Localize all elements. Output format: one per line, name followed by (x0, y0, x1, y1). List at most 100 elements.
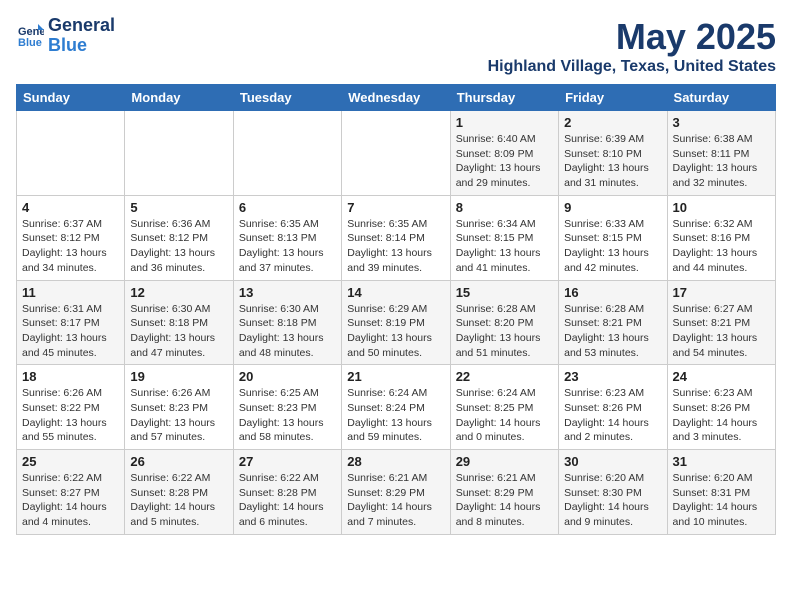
calendar-day-cell (17, 111, 125, 196)
calendar-day-cell: 16 Sunrise: 6:28 AM Sunset: 8:21 PM Dayli… (559, 280, 667, 365)
month-title: May 2025 (488, 16, 776, 58)
day-number: 24 (673, 369, 770, 384)
day-info: Sunrise: 6:34 AM Sunset: 8:15 PM Dayligh… (456, 217, 553, 276)
day-number: 9 (564, 200, 661, 215)
day-number: 7 (347, 200, 444, 215)
svg-text:Blue: Blue (18, 37, 42, 49)
calendar-day-cell: 15 Sunrise: 6:28 AM Sunset: 8:20 PM Dayli… (450, 280, 558, 365)
calendar-day-cell: 30 Sunrise: 6:20 AM Sunset: 8:30 PM Dayli… (559, 450, 667, 535)
calendar-day-cell: 3 Sunrise: 6:38 AM Sunset: 8:11 PM Daylig… (667, 111, 775, 196)
day-number: 29 (456, 454, 553, 469)
day-number: 8 (456, 200, 553, 215)
calendar-day-cell: 12Sunrise: 6:30 AM Sunset: 8:18 PM Dayli… (125, 280, 233, 365)
calendar-week-row: 25 Sunrise: 6:22 AM Sunset: 8:27 PM Dayli… (17, 450, 776, 535)
calendar-week-row: 4Sunrise: 6:37 AM Sunset: 8:12 PM Daylig… (17, 195, 776, 280)
calendar-day-cell: 26 Sunrise: 6:22 AM Sunset: 8:28 PM Dayli… (125, 450, 233, 535)
calendar-day-cell: 2Sunrise: 6:39 AM Sunset: 8:10 PM Daylig… (559, 111, 667, 196)
calendar-day-cell (125, 111, 233, 196)
day-info: Sunrise: 6:32 AM Sunset: 8:16 PM Dayligh… (673, 217, 770, 276)
day-info: Sunrise: 6:27 AM Sunset: 8:21 PM Dayligh… (673, 302, 770, 361)
day-info: Sunrise: 6:25 AM Sunset: 8:23 PM Dayligh… (239, 386, 336, 445)
day-info: Sunrise: 6:35 AM Sunset: 8:14 PM Dayligh… (347, 217, 444, 276)
weekday-header-row: SundayMondayTuesdayWednesdayThursdayFrid… (17, 85, 776, 111)
day-info: Sunrise: 6:24 AM Sunset: 8:25 PM Dayligh… (456, 386, 553, 445)
day-number: 15 (456, 285, 553, 300)
day-info: Sunrise: 6:29 AM Sunset: 8:19 PM Dayligh… (347, 302, 444, 361)
day-info: Sunrise: 6:22 AM Sunset: 8:27 PM Dayligh… (22, 471, 119, 530)
calendar-day-cell: 6 Sunrise: 6:35 AM Sunset: 8:13 PM Daylig… (233, 195, 341, 280)
calendar-day-cell: 1 Sunrise: 6:40 AM Sunset: 8:09 PM Daylig… (450, 111, 558, 196)
weekday-header: Tuesday (233, 85, 341, 111)
calendar-week-row: 18 Sunrise: 6:26 AM Sunset: 8:22 PM Dayli… (17, 365, 776, 450)
calendar-day-cell: 19Sunrise: 6:26 AM Sunset: 8:23 PM Dayli… (125, 365, 233, 450)
calendar-day-cell: 25 Sunrise: 6:22 AM Sunset: 8:27 PM Dayli… (17, 450, 125, 535)
weekday-header: Monday (125, 85, 233, 111)
day-number: 11 (22, 285, 119, 300)
day-info: Sunrise: 6:33 AM Sunset: 8:15 PM Dayligh… (564, 217, 661, 276)
page-header: General Blue General Blue May 2025 Highl… (16, 16, 776, 76)
day-number: 12 (130, 285, 227, 300)
day-info: Sunrise: 6:23 AM Sunset: 8:26 PM Dayligh… (564, 386, 661, 445)
day-number: 16 (564, 285, 661, 300)
day-number: 1 (456, 115, 553, 130)
day-number: 5 (130, 200, 227, 215)
calendar-day-cell: 17 Sunrise: 6:27 AM Sunset: 8:21 PM Dayli… (667, 280, 775, 365)
day-number: 28 (347, 454, 444, 469)
calendar-day-cell: 11 Sunrise: 6:31 AM Sunset: 8:17 PM Dayli… (17, 280, 125, 365)
calendar-day-cell: 18 Sunrise: 6:26 AM Sunset: 8:22 PM Dayli… (17, 365, 125, 450)
calendar-day-cell: 28 Sunrise: 6:21 AM Sunset: 8:29 PM Dayli… (342, 450, 450, 535)
weekday-header: Thursday (450, 85, 558, 111)
logo: General Blue General Blue (16, 16, 115, 56)
day-number: 25 (22, 454, 119, 469)
day-info: Sunrise: 6:35 AM Sunset: 8:13 PM Dayligh… (239, 217, 336, 276)
day-info: Sunrise: 6:38 AM Sunset: 8:11 PM Dayligh… (673, 132, 770, 191)
day-info: Sunrise: 6:28 AM Sunset: 8:20 PM Dayligh… (456, 302, 553, 361)
day-number: 18 (22, 369, 119, 384)
day-info: Sunrise: 6:22 AM Sunset: 8:28 PM Dayligh… (130, 471, 227, 530)
day-number: 6 (239, 200, 336, 215)
calendar-day-cell: 31Sunrise: 6:20 AM Sunset: 8:31 PM Dayli… (667, 450, 775, 535)
day-info: Sunrise: 6:28 AM Sunset: 8:21 PM Dayligh… (564, 302, 661, 361)
logo-icon: General Blue (16, 22, 44, 50)
day-number: 21 (347, 369, 444, 384)
calendar-day-cell: 24Sunrise: 6:23 AM Sunset: 8:26 PM Dayli… (667, 365, 775, 450)
day-info: Sunrise: 6:31 AM Sunset: 8:17 PM Dayligh… (22, 302, 119, 361)
day-number: 13 (239, 285, 336, 300)
calendar-day-cell: 7 Sunrise: 6:35 AM Sunset: 8:14 PM Daylig… (342, 195, 450, 280)
weekday-header: Friday (559, 85, 667, 111)
calendar-day-cell: 9 Sunrise: 6:33 AM Sunset: 8:15 PM Daylig… (559, 195, 667, 280)
day-number: 17 (673, 285, 770, 300)
calendar-week-row: 1 Sunrise: 6:40 AM Sunset: 8:09 PM Daylig… (17, 111, 776, 196)
day-number: 3 (673, 115, 770, 130)
day-info: Sunrise: 6:21 AM Sunset: 8:29 PM Dayligh… (347, 471, 444, 530)
calendar-day-cell (342, 111, 450, 196)
day-info: Sunrise: 6:36 AM Sunset: 8:12 PM Dayligh… (130, 217, 227, 276)
calendar-day-cell: 14Sunrise: 6:29 AM Sunset: 8:19 PM Dayli… (342, 280, 450, 365)
calendar-day-cell (233, 111, 341, 196)
day-info: Sunrise: 6:24 AM Sunset: 8:24 PM Dayligh… (347, 386, 444, 445)
weekday-header: Wednesday (342, 85, 450, 111)
day-number: 19 (130, 369, 227, 384)
calendar-day-cell: 10Sunrise: 6:32 AM Sunset: 8:16 PM Dayli… (667, 195, 775, 280)
day-info: Sunrise: 6:26 AM Sunset: 8:22 PM Dayligh… (22, 386, 119, 445)
calendar-day-cell: 20 Sunrise: 6:25 AM Sunset: 8:23 PM Dayli… (233, 365, 341, 450)
calendar-table: SundayMondayTuesdayWednesdayThursdayFrid… (16, 84, 776, 535)
day-number: 22 (456, 369, 553, 384)
location-title: Highland Village, Texas, United States (488, 58, 776, 76)
day-number: 26 (130, 454, 227, 469)
day-number: 20 (239, 369, 336, 384)
day-info: Sunrise: 6:22 AM Sunset: 8:28 PM Dayligh… (239, 471, 336, 530)
day-info: Sunrise: 6:21 AM Sunset: 8:29 PM Dayligh… (456, 471, 553, 530)
day-info: Sunrise: 6:40 AM Sunset: 8:09 PM Dayligh… (456, 132, 553, 191)
day-number: 30 (564, 454, 661, 469)
day-number: 27 (239, 454, 336, 469)
calendar-week-row: 11 Sunrise: 6:31 AM Sunset: 8:17 PM Dayli… (17, 280, 776, 365)
day-info: Sunrise: 6:20 AM Sunset: 8:30 PM Dayligh… (564, 471, 661, 530)
weekday-header: Sunday (17, 85, 125, 111)
calendar-day-cell: 4Sunrise: 6:37 AM Sunset: 8:12 PM Daylig… (17, 195, 125, 280)
calendar-day-cell: 27 Sunrise: 6:22 AM Sunset: 8:28 PM Dayli… (233, 450, 341, 535)
day-number: 2 (564, 115, 661, 130)
logo-text-line1: General (48, 16, 115, 36)
day-info: Sunrise: 6:20 AM Sunset: 8:31 PM Dayligh… (673, 471, 770, 530)
calendar-day-cell: 21 Sunrise: 6:24 AM Sunset: 8:24 PM Dayli… (342, 365, 450, 450)
